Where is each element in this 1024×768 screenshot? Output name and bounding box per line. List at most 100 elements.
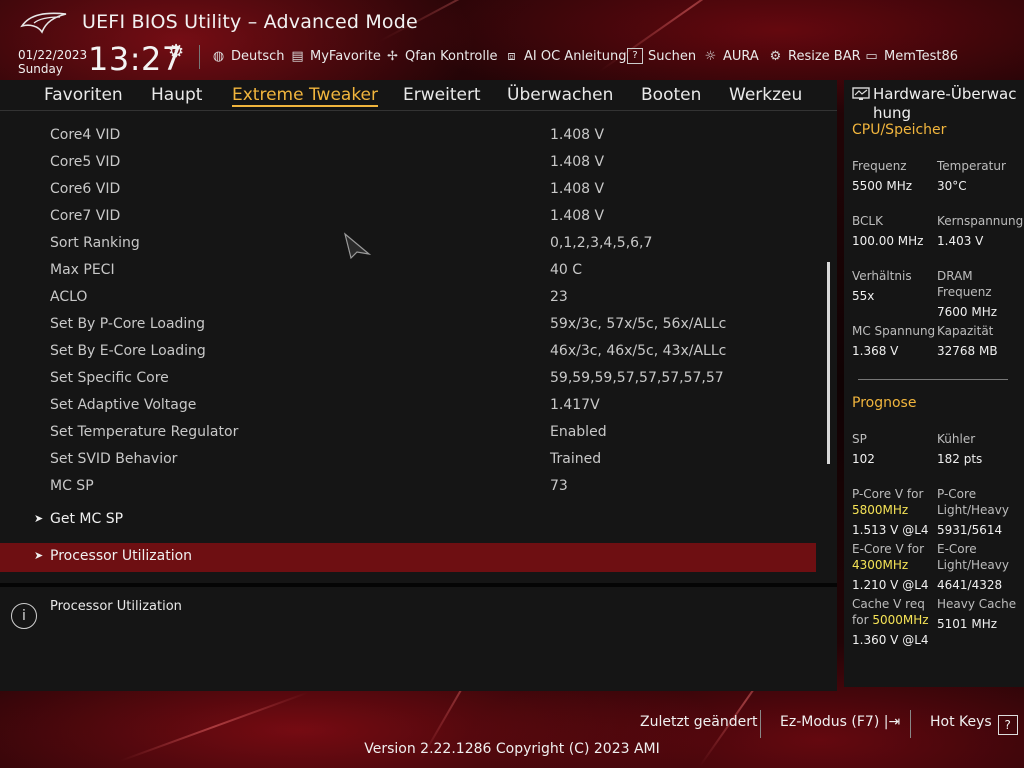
heavy-cache-value: 5101 MHz: [937, 617, 998, 631]
setting-label: Set Specific Core: [50, 370, 169, 386]
cooler-value: 182 pts: [937, 452, 983, 466]
setting-label: Set Adaptive Voltage: [50, 397, 197, 413]
main-panel: Favoriten Haupt Extreme Tweaker Erweiter…: [0, 80, 837, 691]
hw-monitor-title: Hardware-Überwac hung: [873, 85, 1017, 122]
question-icon: ?: [997, 715, 1018, 735]
pcore-v-value: 1.513 V @L4: [852, 523, 929, 537]
memtest-label: MemTest86: [884, 48, 959, 64]
setting-row[interactable]: Sort Ranking 0,1,2,3,4,5,6,7: [0, 230, 820, 257]
capacity-value: 32768 MB: [937, 344, 998, 358]
chevron-right-icon: ➤: [34, 549, 44, 562]
cpu-memory-section: CPU/Speicher: [852, 122, 947, 138]
setting-row[interactable]: Set Specific Core 59,59,59,57,57,57,57,57: [0, 365, 820, 392]
chevron-right-icon: ➤: [34, 512, 44, 525]
dram-value: 7600 MHz: [937, 305, 998, 319]
pcore-v-freq: 5800MHz: [852, 503, 909, 517]
setting-label: Core5 VID: [50, 154, 121, 170]
submenu-processor-utilization[interactable]: ➤ Processor Utilization: [0, 543, 816, 572]
tab-werkzeug[interactable]: Werkzeu: [729, 85, 802, 105]
setting-label: Set SVID Behavior: [50, 451, 178, 467]
memtest-button[interactable]: ▭ MemTest86: [864, 46, 958, 66]
setting-label: Set By E-Core Loading: [50, 343, 206, 359]
setting-label: ACLO: [50, 289, 88, 305]
setting-row[interactable]: Set SVID Behavior Trained: [0, 446, 820, 473]
aura-label: AURA: [723, 48, 759, 64]
tab-favoriten[interactable]: Favoriten: [44, 85, 123, 105]
setting-label: Core4 VID: [50, 127, 121, 143]
sp-label: SP: [852, 432, 867, 446]
tab-booten[interactable]: Booten: [641, 85, 701, 105]
ecore-lh-label: E-Core Light/Heavy: [937, 542, 1009, 572]
bclk-value: 100.00 MHz: [852, 234, 924, 248]
divider: [858, 379, 1008, 380]
setting-row[interactable]: Max PECI 40 C: [0, 257, 820, 284]
language-button[interactable]: ◍ Deutsch: [211, 46, 285, 66]
qfan-button[interactable]: ✢ Qfan Kontrolle: [385, 46, 498, 66]
setting-row[interactable]: Set Adaptive Voltage 1.417V: [0, 392, 820, 419]
day: Sunday: [18, 62, 63, 76]
setting-label: Sort Ranking: [50, 235, 140, 251]
setting-label: Set Temperature Regulator: [50, 424, 239, 440]
ratio-label: Verhältnis: [852, 269, 912, 283]
scrollbar-thumb[interactable]: [827, 262, 830, 464]
hot-keys-button[interactable]: Hot Keys?: [930, 714, 1018, 735]
setting-row[interactable]: Core4 VID 1.408 V: [0, 122, 820, 149]
ai-oc-button[interactable]: ⧈ AI OC Anleitung: [504, 46, 626, 66]
chip-icon: ⧈: [507, 48, 516, 64]
submenu-get-mc-sp[interactable]: ➤ Get MC SP: [0, 506, 816, 535]
dram-label: DRAM Frequenz: [937, 269, 992, 299]
hardware-monitor-panel: Hardware-Überwac hung CPU/Speicher Frequ…: [844, 80, 1024, 687]
search-button[interactable]: ? Suchen: [627, 46, 696, 66]
aura-button[interactable]: ☼ AURA: [703, 46, 759, 66]
cache-v-label: Cache V req for 5000MHz: [852, 596, 932, 628]
tab-ueberwachen[interactable]: Überwachen: [507, 85, 613, 105]
resize-bar-label: Resize BAR: [788, 48, 861, 64]
setting-row[interactable]: Set Temperature Regulator Enabled: [0, 419, 820, 446]
ecore-v-label: E-Core V for: [852, 542, 925, 556]
tab-erweitert[interactable]: Erweitert: [403, 85, 481, 105]
resize-bar-button[interactable]: ⚙ Resize BAR: [768, 46, 861, 66]
heavy-cache-label: Heavy Cache: [937, 597, 1017, 611]
setting-value: 73: [550, 478, 568, 494]
info-icon: i: [11, 603, 37, 629]
tab-bar: Favoriten Haupt Extreme Tweaker Erweiter…: [0, 80, 837, 111]
help-text: Processor Utilization: [50, 599, 182, 614]
cache-v-value: 1.360 V @L4: [852, 633, 929, 647]
tab-haupt[interactable]: Haupt: [151, 85, 202, 105]
freq-value: 5500 MHz: [852, 179, 913, 193]
sp-value: 102: [852, 452, 875, 466]
setting-row[interactable]: ACLO 23: [0, 284, 820, 311]
myfavorite-button[interactable]: ▤ MyFavorite: [290, 46, 381, 66]
ez-mode-button[interactable]: Ez-Modus (F7) |⇥: [780, 714, 900, 730]
cooler-label: Kühler: [937, 432, 976, 446]
setting-value: 1.408 V: [550, 208, 605, 224]
memory-module-icon: ▭: [865, 48, 878, 64]
setting-value: 40 C: [550, 262, 583, 278]
setting-value: 46x/3c, 46x/5c, 43x/ALLc: [550, 343, 727, 359]
setting-label: Set By P-Core Loading: [50, 316, 206, 332]
ecore-v-value: 1.210 V @L4: [852, 578, 929, 592]
ecore-lh-value: 4641/4328: [937, 578, 1003, 592]
setting-row[interactable]: Set By P-Core Loading 59x/3c, 57x/5c, 56x…: [0, 311, 820, 338]
bclk-label: BCLK: [852, 214, 883, 228]
globe-icon: ◍: [212, 48, 225, 64]
last-changed-button[interactable]: Zuletzt geändert: [640, 714, 757, 730]
setting-value: 1.417V: [550, 397, 600, 413]
setting-row[interactable]: MC SP 73: [0, 473, 820, 500]
setting-value: Trained: [550, 451, 602, 467]
tab-extreme-tweaker[interactable]: Extreme Tweaker: [232, 85, 379, 107]
question-icon: ?: [627, 48, 643, 64]
setting-row[interactable]: Core6 VID 1.408 V: [0, 176, 820, 203]
resize-bar-icon: ⚙: [769, 48, 782, 64]
app-title: UEFI BIOS Utility – Advanced Mode: [82, 11, 418, 33]
divider: [760, 710, 761, 738]
settings-gear-icon[interactable]: ⚙: [168, 41, 184, 62]
version-text: Version 2.22.1286 Copyright (C) 2023 AMI: [364, 741, 660, 757]
setting-row[interactable]: Set By E-Core Loading 46x/3c, 46x/5c, 43x…: [0, 338, 820, 365]
setting-row[interactable]: Core7 VID 1.408 V: [0, 203, 820, 230]
setting-value: 23: [550, 289, 568, 305]
setting-value: Enabled: [550, 424, 607, 440]
setting-row[interactable]: Core5 VID 1.408 V: [0, 149, 820, 176]
setting-value: 59x/3c, 57x/5c, 56x/ALLc: [550, 316, 727, 332]
temp-value: 30°C: [937, 179, 967, 193]
